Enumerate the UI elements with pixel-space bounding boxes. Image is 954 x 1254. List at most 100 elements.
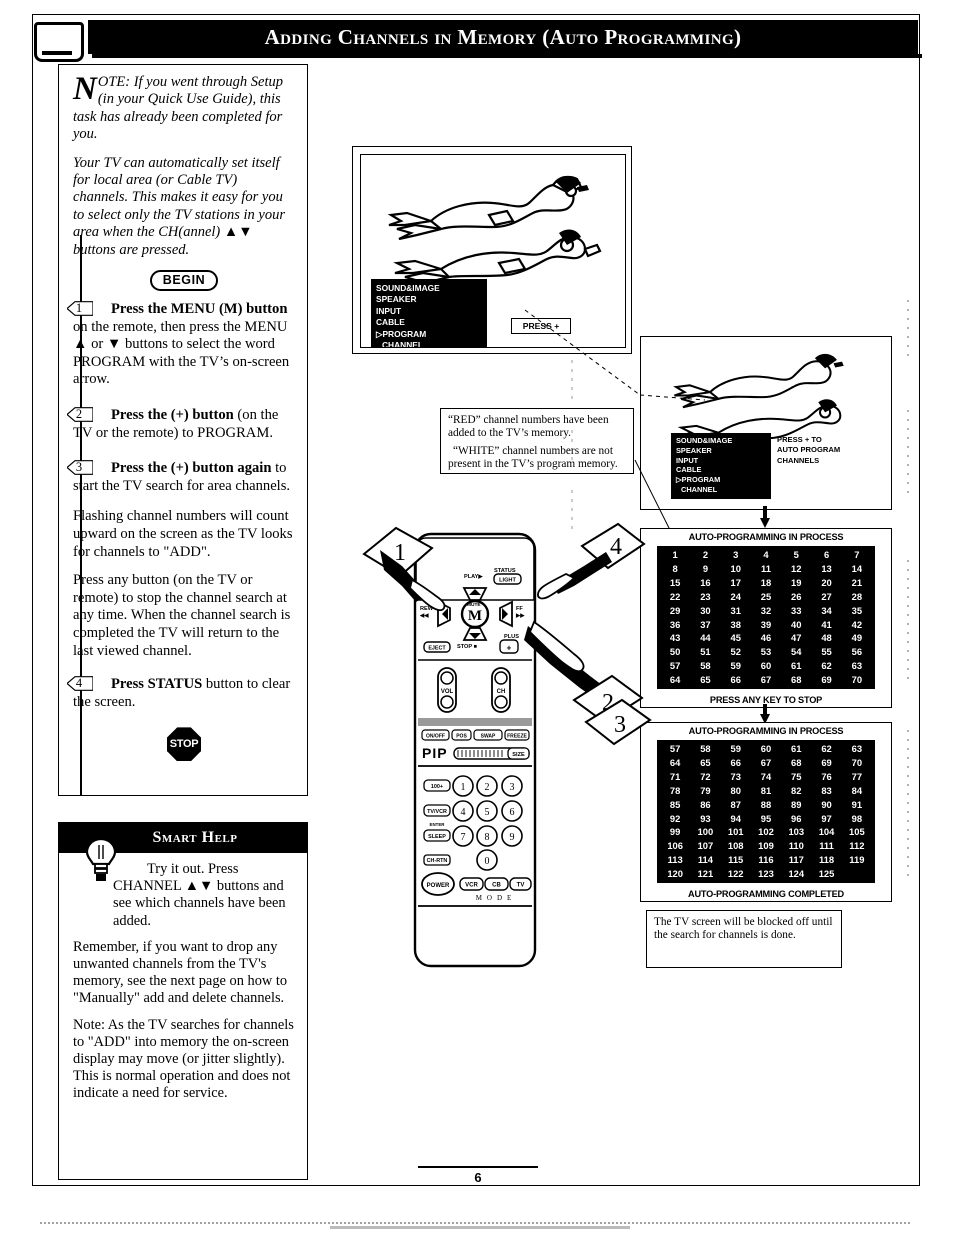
grid-row: 64 65 66 67 68 69 70 [660, 756, 872, 770]
grid-cell: 23 [700, 590, 711, 602]
grid-cell: 125 [818, 868, 835, 880]
grid-cell: 64 [669, 757, 681, 769]
svg-text:5: 5 [485, 807, 490, 818]
header-shadow [92, 54, 922, 58]
grid-cell: 60 [760, 743, 772, 755]
note-extra-2: Press any button (on the TV or remote) t… [73, 572, 291, 659]
grid2-table: 57 58 59 60 61 62 63 64 65 66 67 68 69 70 71 72 73 74 75 76… [660, 742, 872, 881]
svg-text:POS: POS [456, 734, 467, 740]
step-3: 3 Press the (+) button again to start th… [67, 460, 295, 495]
step-2-marker: 2 [67, 407, 93, 422]
grid-cell: 27 [821, 590, 832, 602]
note-paragraph-2: Your TV can automatically set itself for… [73, 154, 285, 258]
blocked-screen-callout: The TV screen will be blocked off until … [646, 910, 842, 968]
grid-cell: 65 [700, 757, 711, 769]
grid-cell: 61 [791, 743, 802, 755]
grid-cell: 63 [851, 743, 863, 755]
blocked-text: The TV screen will be blocked off until … [654, 916, 833, 942]
grid1-table: 1 2 3 4 5 6 7 8 9 10 11 12 13 14 15 16 17 18 19 20 21 22 23 24 2… [660, 548, 872, 687]
grid-cell: 18 [760, 576, 772, 588]
grid-cell: 47 [791, 632, 802, 644]
svg-text:SLEEP: SLEEP [428, 834, 446, 840]
grid-cell: 5 [793, 549, 799, 561]
osd-item-program: ▷PROGRAM [376, 328, 427, 339]
grid-row: 71 72 73 74 75 76 77 [660, 770, 872, 784]
osd-item-cable: CABLE [376, 317, 405, 328]
grid-cell: 38 [730, 618, 741, 630]
grid-row: 85 86 87 88 89 90 91 [660, 798, 872, 812]
grid-cell: 56 [851, 646, 863, 658]
grid-cell: 117 [788, 854, 804, 866]
grid-cell: 57 [669, 660, 681, 672]
grid2-black: 57 58 59 60 61 62 63 64 65 66 67 68 69 70 71 72 73 74 75 76… [657, 740, 875, 883]
grid-row: 22 23 24 25 26 27 28 [660, 590, 872, 604]
grid-cell: 81 [760, 784, 772, 796]
svg-text:TV/VCR: TV/VCR [427, 809, 447, 815]
grid-cell: 69 [821, 757, 832, 769]
svg-text:CH: CH [497, 689, 506, 695]
grid-cell: 20 [821, 576, 832, 588]
grid-cell: 67 [760, 674, 772, 686]
osd-item-channel: CHANNEL [382, 340, 423, 348]
grid-cell: 49 [851, 632, 863, 644]
grid-cell: 107 [697, 840, 714, 852]
osd-menu-1: SOUND&IMAGE SPEAKER INPUT CABLE ▷PROGRAM… [371, 279, 487, 348]
grid-cell: 105 [849, 826, 865, 838]
grid-cell: 77 [851, 770, 863, 782]
smart-help-panel: Smart Help Try it out. Press CHANNEL ▲▼ … [58, 822, 308, 1180]
grid-cell: 26 [791, 590, 802, 602]
grid-cell: 118 [818, 854, 835, 866]
step-2-number: 2 [75, 407, 83, 422]
grid-cell: 67 [760, 757, 772, 769]
grid-cell: 32 [760, 604, 772, 616]
grid-cell: 66 [730, 757, 741, 769]
grid-cell: 110 [788, 840, 804, 852]
step-1-text: Press the MENU (M) button on the remote,… [73, 301, 295, 389]
grid-cell: 46 [760, 632, 772, 644]
grid-row: 36 37 38 39 40 41 42 [660, 617, 872, 631]
grid-cell: 103 [788, 826, 805, 838]
step-4-number: 4 [75, 676, 83, 691]
grid-cell: 42 [851, 618, 863, 630]
svg-text:MUTE: MUTE [467, 602, 481, 608]
grid-cell: 41 [821, 618, 832, 630]
svg-text:2: 2 [485, 782, 490, 793]
grid-cell: 10 [730, 563, 741, 575]
osd-item-input: INPUT [376, 305, 402, 316]
stop-sign-wrap: STOP [73, 727, 295, 766]
svg-text:7: 7 [461, 832, 466, 843]
grid-cell: 104 [818, 826, 835, 838]
grid-cell: 14 [851, 563, 863, 575]
help-paragraph-3: Note: As the TV searches for channels to… [73, 1016, 294, 1102]
grid-cell: 45 [730, 632, 741, 644]
grid-cell: 82 [791, 784, 802, 796]
grid-cell: 60 [760, 660, 772, 672]
svg-text:TV: TV [517, 883, 525, 889]
callout-1-group: 1 [362, 526, 446, 612]
grid-cell: 69 [821, 674, 832, 686]
grid-cell: 90 [821, 798, 832, 810]
grid-cell: 62 [821, 660, 832, 672]
grid-cell: 72 [700, 770, 711, 782]
grid-cell: 68 [791, 757, 802, 769]
grid-cell: 25 [760, 590, 772, 602]
grid1-black: 1 2 3 4 5 6 7 8 9 10 11 12 13 14 15 16 17 18 19 20 21 22 23 24 2… [657, 546, 875, 689]
page-title: Adding Channels in Memory (Auto Programm… [264, 25, 742, 49]
grid-cell: 31 [730, 604, 741, 616]
svg-text:8: 8 [485, 832, 490, 843]
svg-text:M: M [468, 608, 482, 624]
grid-cell: 78 [669, 784, 681, 796]
grid-row: 120 121 122 123 124 125 [660, 867, 872, 881]
grid-row: 92 93 94 95 96 97 98 [660, 811, 872, 825]
grid-cell: 39 [760, 618, 772, 630]
grid-cell: 109 [758, 840, 774, 852]
step-2-text: Press the (+) button (on the TV or the r… [73, 407, 295, 442]
grid-cell: 74 [760, 770, 772, 782]
grid-cell [842, 867, 872, 881]
scan-edge-marks [907, 300, 909, 880]
grid-cell: 97 [821, 812, 832, 824]
grid-cell: 91 [851, 798, 863, 810]
grid-cell: 36 [669, 618, 681, 630]
grid-cell: 33 [791, 604, 802, 616]
grid-cell: 19 [791, 576, 802, 588]
